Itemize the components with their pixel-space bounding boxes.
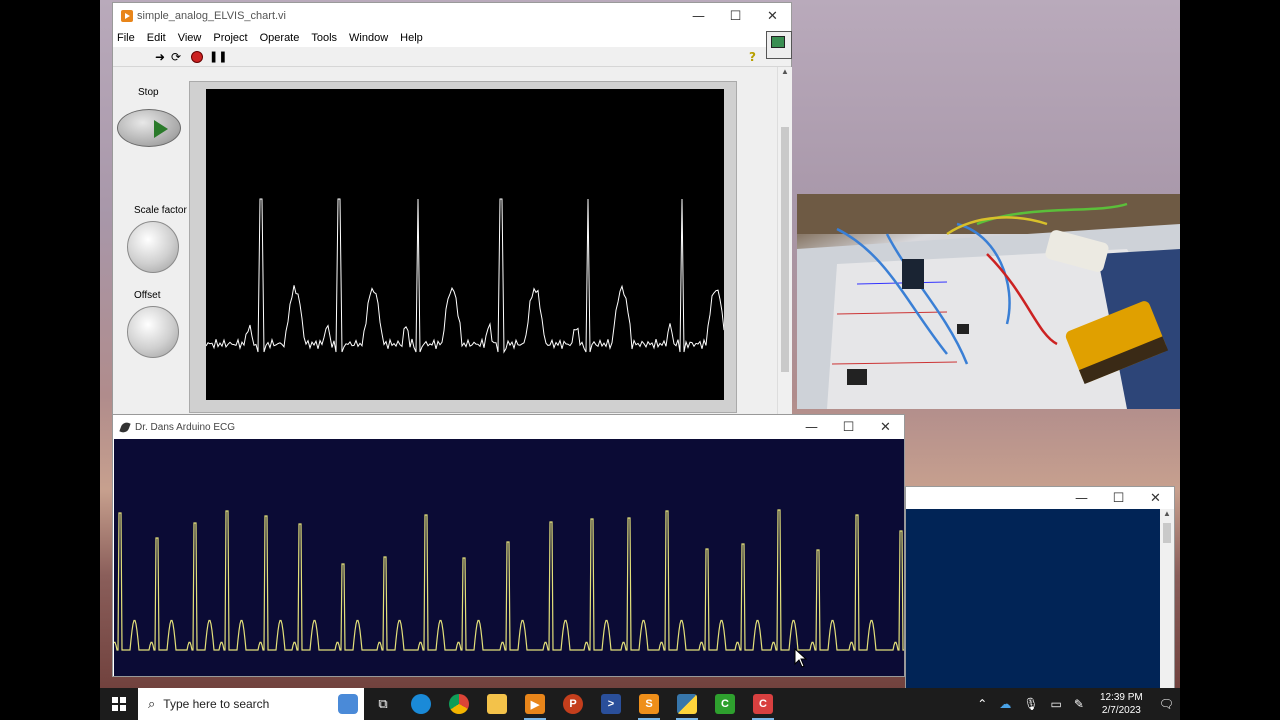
taskbar-file-explorer[interactable] <box>478 688 516 720</box>
ecg-minimize-button[interactable]: — <box>793 420 830 435</box>
taskbar-edge[interactable] <box>402 688 440 720</box>
menu-file[interactable]: File <box>117 32 135 44</box>
labview-titlebar: simple_analog_ELVIS_chart.vi — ☐ ✕ <box>113 3 791 29</box>
start-button[interactable] <box>100 688 138 720</box>
folder-icon <box>487 694 507 714</box>
menu-tools[interactable]: Tools <box>311 32 337 44</box>
search-icon: ⌕ <box>148 696 156 712</box>
offset-label: Offset <box>134 290 161 301</box>
menu-help[interactable]: Help <box>400 32 423 44</box>
ecg-maximize-button[interactable]: ☐ <box>830 420 867 435</box>
menu-view[interactable]: View <box>178 32 202 44</box>
ecg-titlebar: Dr. Dans Arduino ECG — ☐ ✕ <box>113 415 904 439</box>
stop-label: Stop <box>138 87 159 98</box>
waveform-chart <box>206 89 724 400</box>
play-icon <box>154 120 168 138</box>
menu-operate[interactable]: Operate <box>260 32 300 44</box>
scale-factor-label: Scale factor <box>134 205 187 216</box>
taskbar-camtasia-recorder[interactable]: C <box>744 688 782 720</box>
menu-window[interactable]: Window <box>349 32 388 44</box>
ecg-plot-canvas <box>114 439 904 676</box>
console-scrollbar[interactable]: ▲ <box>1160 509 1174 690</box>
labview-menubar: File Edit View Project Operate Tools Win… <box>113 29 791 47</box>
scroll-up-icon[interactable]: ▲ <box>778 67 792 76</box>
scrollbar-thumb[interactable] <box>781 127 789 372</box>
front-panel: Stop Scale factor Offset <box>113 67 777 414</box>
camtasia-recorder-icon: C <box>753 694 773 714</box>
run-continuously-icon[interactable]: ⟳ <box>171 50 181 64</box>
abort-icon[interactable] <box>191 51 203 63</box>
edge-icon <box>411 694 431 714</box>
powershell-icon: > <box>601 694 621 714</box>
powerpoint-icon: P <box>563 694 583 714</box>
ecg-close-button[interactable]: ✕ <box>867 420 904 435</box>
taskbar-camtasia[interactable]: C <box>706 688 744 720</box>
windows-logo-icon <box>112 697 126 711</box>
search-placeholder: Type here to search <box>163 697 270 711</box>
scale-factor-knob[interactable] <box>127 221 179 273</box>
task-view-icon: ⧉ <box>378 696 388 712</box>
offset-knob[interactable] <box>127 306 179 358</box>
taskbar-powershell[interactable]: > <box>592 688 630 720</box>
letterbox-right <box>1180 0 1280 720</box>
labview-toolbar: ➜ ⟳ ❚❚ ? <box>113 47 791 67</box>
battery-icon[interactable]: ▭ <box>1051 697 1062 711</box>
console-maximize-button[interactable]: ☐ <box>1100 491 1137 506</box>
taskbar-powerpoint[interactable]: P <box>554 688 592 720</box>
console-titlebar: — ☐ ✕ <box>906 487 1174 509</box>
python-icon <box>677 694 697 714</box>
ecg-trace <box>114 509 904 651</box>
context-help-icon[interactable]: ? <box>749 50 756 64</box>
console-scroll-up-icon[interactable]: ▲ <box>1160 509 1174 518</box>
taskbar: ⌕ Type here to search ⧉ ▶ P > S C C ⌃ ☁ … <box>100 688 1180 720</box>
onedrive-icon[interactable]: ☁ <box>999 697 1011 711</box>
close-button[interactable]: ✕ <box>754 9 791 24</box>
run-arrow-icon[interactable]: ➜ <box>155 50 165 64</box>
mouse-cursor-icon <box>794 648 808 668</box>
pen-icon[interactable]: ✎ <box>1074 697 1084 711</box>
breadboard-camera-view <box>797 194 1180 409</box>
taskbar-vlc[interactable]: ▶ <box>516 688 554 720</box>
ecg-title: Dr. Dans Arduino ECG <box>135 421 236 433</box>
ecg-window: Dr. Dans Arduino ECG — ☐ ✕ <box>112 414 905 677</box>
console-minimize-button[interactable]: — <box>1063 491 1100 506</box>
search-highlight-icon <box>338 694 358 714</box>
console-close-button[interactable]: ✕ <box>1137 491 1174 506</box>
microphone-icon[interactable]: 🎙 <box>1023 697 1038 711</box>
taskbar-clock[interactable]: 12:39 PM 2/7/2023 <box>1100 691 1143 717</box>
labview-window: simple_analog_ELVIS_chart.vi — ☐ ✕ File … <box>112 2 792 414</box>
chrome-icon <box>449 694 469 714</box>
letterbox-left <box>0 0 100 720</box>
vertical-scrollbar[interactable]: ▲ <box>777 67 792 414</box>
pause-icon[interactable]: ❚❚ <box>209 50 227 64</box>
taskbar-chrome[interactable] <box>440 688 478 720</box>
breadboard-photo <box>797 194 1180 409</box>
clock-date: 2/7/2023 <box>1101 705 1141 716</box>
console-scrollbar-thumb[interactable] <box>1163 523 1171 543</box>
labview-title: simple_analog_ELVIS_chart.vi <box>137 10 286 22</box>
stop-button[interactable] <box>117 109 181 147</box>
feather-icon <box>119 420 131 434</box>
maximize-button[interactable]: ☐ <box>717 9 754 24</box>
console-body[interactable] <box>906 509 1161 690</box>
menu-edit[interactable]: Edit <box>147 32 166 44</box>
labview-vi-icon <box>121 10 133 22</box>
taskbar-sublime[interactable]: S <box>630 688 668 720</box>
notification-icon[interactable]: 🗨 <box>1159 697 1174 711</box>
vi-connector-icon <box>766 31 792 59</box>
menu-project[interactable]: Project <box>213 32 247 44</box>
sublime-text-icon: S <box>639 694 659 714</box>
taskbar-python[interactable] <box>668 688 706 720</box>
system-tray: ⌃ ☁ 🎙 ▭ ✎ 12:39 PM 2/7/2023 🗨 <box>971 691 1180 717</box>
waveform-trace <box>206 198 724 354</box>
minimize-button[interactable]: — <box>680 9 717 24</box>
taskbar-search[interactable]: ⌕ Type here to search <box>138 688 364 720</box>
labview-app-icon: ▶ <box>525 694 545 714</box>
clock-time: 12:39 PM <box>1099 692 1143 703</box>
waveform-chart-frame <box>189 81 737 413</box>
console-window: — ☐ ✕ ▲ <box>905 486 1175 691</box>
camtasia-icon: C <box>715 694 735 714</box>
task-view-button[interactable]: ⧉ <box>364 688 402 720</box>
tray-overflow-icon[interactable]: ⌃ <box>977 697 987 711</box>
